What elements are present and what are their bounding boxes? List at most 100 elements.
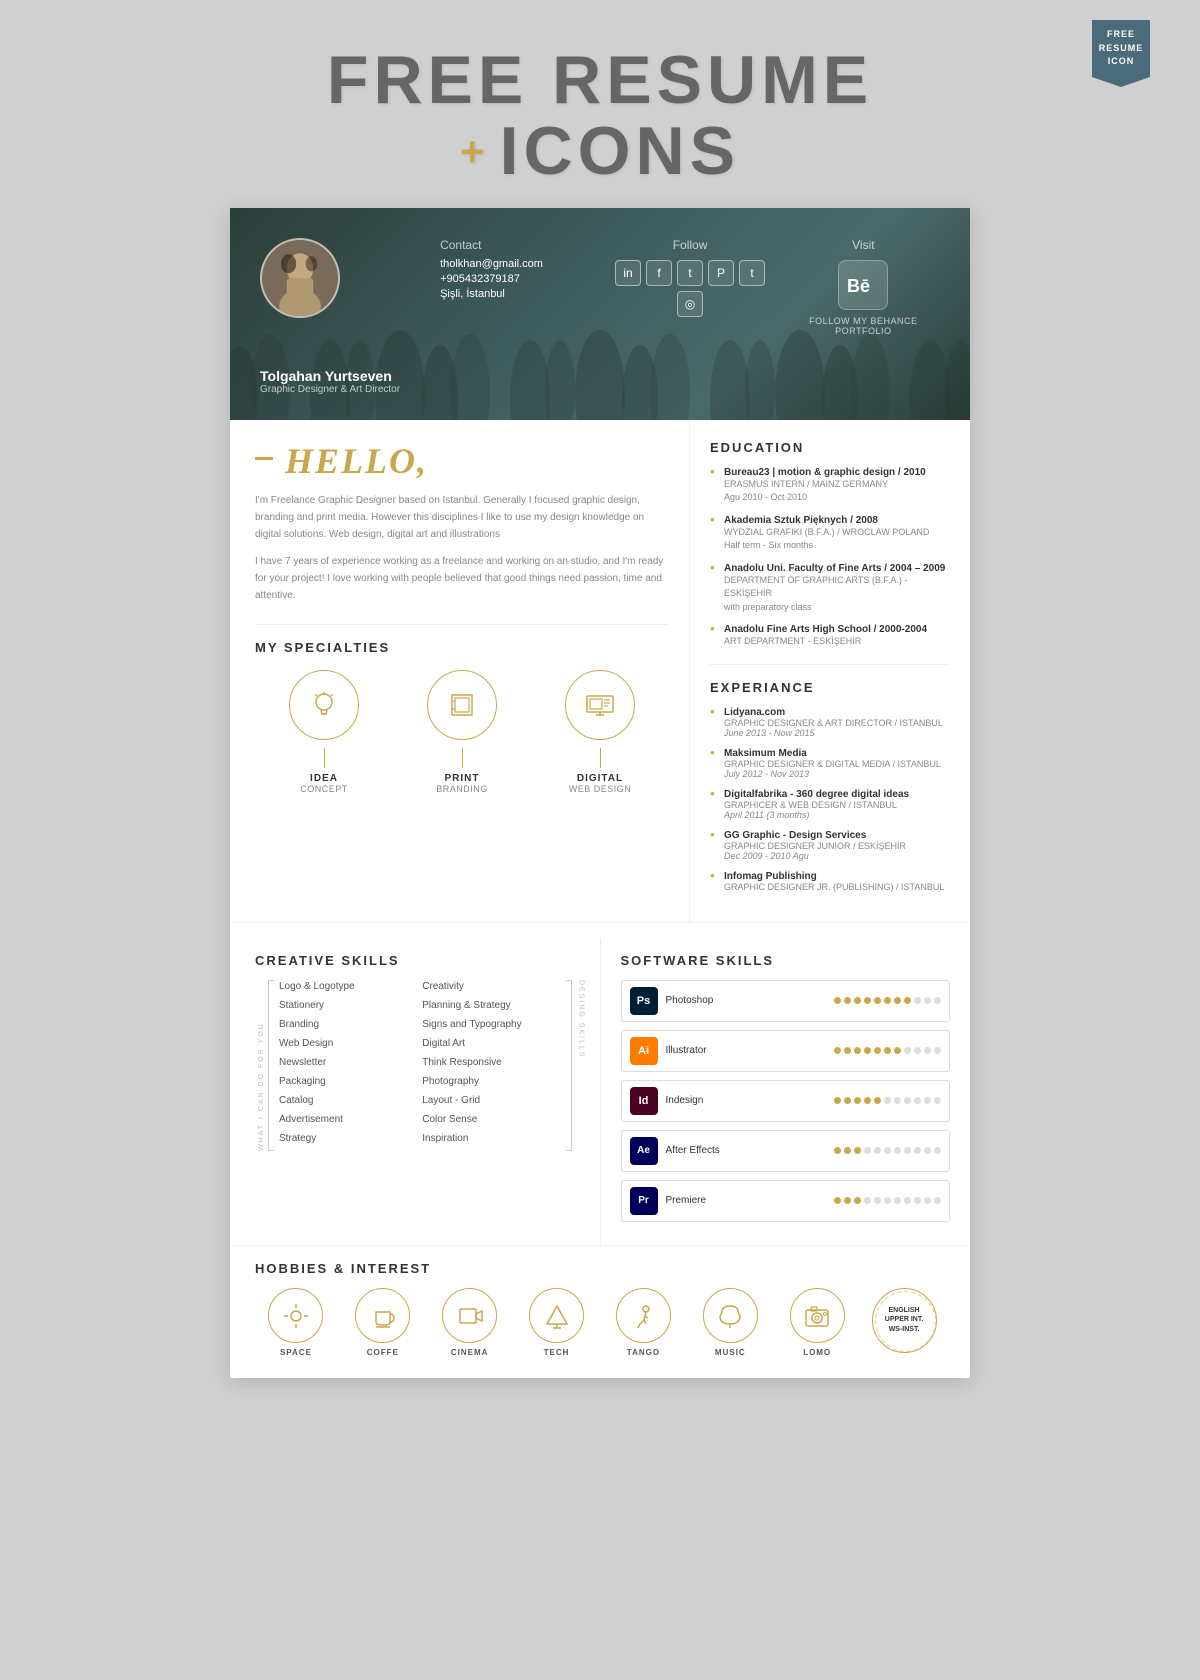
premiere-icon: Pr <box>630 1187 658 1215</box>
visit-label: Visit <box>787 238 940 252</box>
phone: +905432379187 <box>440 273 593 285</box>
what-i-can-label: WHAT I CAN DO FOR YOU <box>255 980 265 1151</box>
tech-icon <box>529 1288 584 1343</box>
hobby-cinema: CINEMA <box>429 1288 511 1357</box>
contact-section: Contact tholkhan@gmail.com +905432379187… <box>420 238 593 303</box>
avatar <box>260 238 340 318</box>
space-icon <box>268 1288 323 1343</box>
specialties-title: MY SPECIALTIES <box>255 640 669 655</box>
digital-icon <box>565 670 635 740</box>
plus-icon: + <box>460 130 490 174</box>
premiere-dots <box>834 1197 941 1204</box>
edu-item-4: Anadolu Fine Arts High School / 2000-200… <box>710 624 950 649</box>
premiere-label: Premiere <box>666 1195 835 1206</box>
exp-item-1: Lidyana.com GRAPHIC DESIGNER & ART DIREC… <box>710 707 950 738</box>
hobby-lomo: LOMO <box>776 1288 858 1357</box>
svg-text:Bē: Bē <box>847 276 870 295</box>
hobbies-title: HOBBIES & INTEREST <box>255 1261 945 1276</box>
hobbies-icons: SPACE COFFE <box>255 1288 945 1358</box>
follow-section: Follow in f t P t ◎ <box>613 238 766 317</box>
illustrator-dots <box>834 1047 941 1054</box>
badge-text2: RESUME <box>1098 42 1144 56</box>
experience-section: EXPERIANCE Lidyana.com GRAPHIC DESIGNER … <box>710 664 950 892</box>
exp-item-3: Digitalfabrika - 360 degree digital idea… <box>710 789 950 820</box>
software-illustrator: Ai Illustrator <box>621 1030 951 1072</box>
resume-header: Tolgahan Yurtseven Graphic Designer & Ar… <box>230 208 970 420</box>
music-icon <box>703 1288 758 1343</box>
photoshop-dots <box>834 997 941 1004</box>
specialty-digital: DIGITAL WEB DESIGN <box>531 670 669 794</box>
tumblr-icon[interactable]: t <box>739 260 765 286</box>
creative-skills-col: CREATIVE SKILLS WHAT I CAN DO FOR YOU Lo… <box>230 938 601 1245</box>
skills-col2: Creativity Planning & Strategy Signs and… <box>422 980 560 1151</box>
hobby-space: SPACE <box>255 1288 337 1357</box>
design-skills-label: DESING SKILLS <box>575 980 585 1151</box>
specialty-print: PRINT BRANDING <box>393 670 531 794</box>
hobby-tech: TECH <box>516 1288 598 1357</box>
indesign-icon: Id <box>630 1087 658 1115</box>
edu-item-3: Anadolu Uni. Faculty of Fine Arts / 2004… <box>710 563 950 615</box>
contact-label: Contact <box>440 238 593 252</box>
pinterest-icon[interactable]: P <box>708 260 734 286</box>
software-aftereffects: Ae After Effects <box>621 1130 951 1172</box>
hello-section: HELLO, I'm Freelance Graphic Designer ba… <box>255 440 669 604</box>
indesign-label: Indesign <box>666 1095 835 1106</box>
indesign-dots <box>834 1097 941 1104</box>
col-right: EDUCATION Bureau23 | motion & graphic de… <box>690 420 970 922</box>
print-icon <box>427 670 497 740</box>
avatar-area: Tolgahan Yurtseven Graphic Designer & Ar… <box>260 238 400 395</box>
email: tholkhan@gmail.com <box>440 258 593 270</box>
creative-skills-title: CREATIVE SKILLS <box>255 953 585 968</box>
hobbies-section: HOBBIES & INTEREST SPACE <box>230 1245 970 1378</box>
tango-icon <box>616 1288 671 1343</box>
twitter-icon[interactable]: t <box>677 260 703 286</box>
lomo-icon <box>790 1288 845 1343</box>
location: Şişli, İstanbul <box>440 288 593 300</box>
language-item: ENGLISHUPPER INT.WS-INST. <box>863 1288 945 1358</box>
hobby-tango: TANGO <box>603 1288 685 1357</box>
skills-row: CREATIVE SKILLS WHAT I CAN DO FOR YOU Lo… <box>230 922 970 1245</box>
visit-section: Visit Bē FOLLOW MY BEHANCE PORTFOLIO <box>787 238 940 336</box>
photoshop-label: Photoshop <box>666 995 835 1006</box>
edu-item-1: Bureau23 | motion & graphic design / 201… <box>710 467 950 505</box>
specialties-section: MY SPECIALTIES <box>255 624 669 794</box>
illustrator-icon: Ai <box>630 1037 658 1065</box>
behance-icon[interactable]: Bē <box>838 260 888 310</box>
exp-item-2: Maksimum Media GRAPHIC DESIGNER & DIGITA… <box>710 748 950 779</box>
language-circle: ENGLISHUPPER INT.WS-INST. <box>872 1288 937 1353</box>
specialty-idea: IDEA CONCEPT <box>255 670 393 794</box>
exp-item-4: GG Graphic - Design Services GRAPHIC DES… <box>710 830 950 861</box>
free-badge: FREE RESUME ICON <box>1092 20 1150 77</box>
follow-label: Follow <box>613 238 766 252</box>
hello-bio1: I'm Freelance Graphic Designer based on … <box>255 492 669 543</box>
education-section: EDUCATION Bureau23 | motion & graphic de… <box>710 440 950 649</box>
col-left: HELLO, I'm Freelance Graphic Designer ba… <box>230 420 690 922</box>
social-icons: in f t P t ◎ <box>613 260 766 317</box>
person-name: Tolgahan Yurtseven <box>260 368 400 384</box>
badge-text: FREE <box>1098 28 1144 42</box>
language-text: ENGLISHUPPER INT.WS-INST. <box>885 1306 924 1335</box>
cinema-icon <box>442 1288 497 1343</box>
photoshop-icon: Ps <box>630 987 658 1015</box>
instagram-icon[interactable]: ◎ <box>677 291 703 317</box>
page-title: FREE RESUME + ICONS <box>327 45 873 188</box>
person-title: Graphic Designer & Art Director <box>260 384 400 395</box>
creative-skills-content: WHAT I CAN DO FOR YOU Logo & Logotype St… <box>255 980 585 1151</box>
edu-item-2: Akademia Sztuk Pięknych / 2008 WYDZIAL G… <box>710 515 950 553</box>
hobby-coffe: COFFE <box>342 1288 424 1357</box>
person-info: Tolgahan Yurtseven Graphic Designer & Ar… <box>260 368 400 395</box>
experience-title: EXPERIANCE <box>710 680 950 695</box>
coffee-icon <box>355 1288 410 1343</box>
behance-text: FOLLOW MY BEHANCE PORTFOLIO <box>787 316 940 336</box>
software-photoshop: Ps Photoshop <box>621 980 951 1022</box>
software-skills-col: SOFTWARE SKILLS Ps Photoshop Ai Illustra… <box>601 938 971 1245</box>
facebook-icon[interactable]: f <box>646 260 672 286</box>
specialties-icons: IDEA CONCEPT <box>255 670 669 794</box>
aftereffects-icon: Ae <box>630 1137 658 1165</box>
linkedin-icon[interactable]: in <box>615 260 641 286</box>
hello-bio2: I have 7 years of experience working as … <box>255 553 669 604</box>
illustrator-label: Illustrator <box>666 1045 835 1056</box>
skills-col1: Logo & Logotype Stationery Branding Web … <box>279 980 417 1151</box>
software-skills-title: SOFTWARE SKILLS <box>621 953 951 968</box>
resume-card: Tolgahan Yurtseven Graphic Designer & Ar… <box>230 208 970 1378</box>
